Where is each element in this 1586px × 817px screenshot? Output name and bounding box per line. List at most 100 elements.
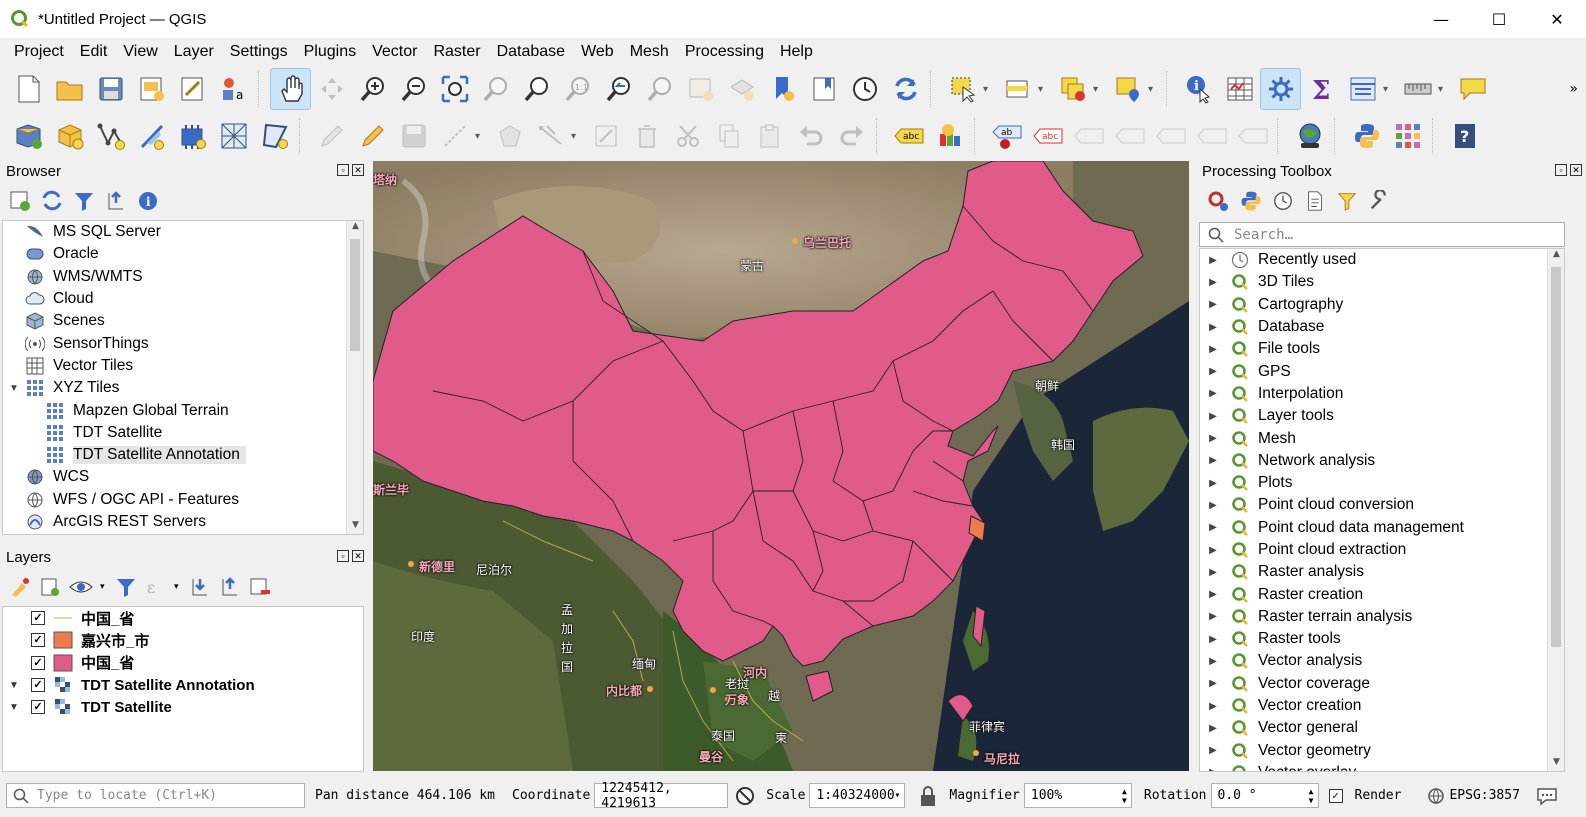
toolbox-provider-item[interactable]: ▶ Raster creation bbox=[1200, 583, 1564, 605]
zoom-to-layer-icon[interactable] bbox=[516, 68, 557, 110]
toolbox-provider-item[interactable]: ▶ Plots bbox=[1200, 472, 1564, 494]
layer-styling-icon[interactable] bbox=[8, 575, 32, 599]
expand-arrow-icon[interactable]: ▼ bbox=[3, 702, 25, 713]
float-panel-icon[interactable]: ▫ bbox=[337, 550, 349, 562]
new-temporary-layer-icon[interactable] bbox=[131, 115, 172, 157]
select-features-icon[interactable] bbox=[942, 68, 983, 110]
zoom-to-selection-icon[interactable] bbox=[475, 68, 516, 110]
options-icon[interactable] bbox=[1368, 190, 1390, 212]
expand-arrow-icon[interactable]: ▶ bbox=[1206, 433, 1220, 444]
expand-arrow-icon[interactable]: ▶ bbox=[1206, 455, 1220, 466]
new-gps-layer-icon[interactable] bbox=[254, 115, 295, 157]
browser-item[interactable]: WFS / OGC API - Features bbox=[3, 489, 363, 511]
float-panel-icon[interactable]: ▫ bbox=[1555, 164, 1567, 176]
refresh-browser-icon[interactable] bbox=[40, 189, 64, 213]
expand-arrow-icon[interactable]: ▶ bbox=[1206, 344, 1220, 355]
magnifier-input[interactable]: 100% ▲ ▼ bbox=[1023, 783, 1132, 808]
data-source-manager-icon[interactable] bbox=[8, 115, 49, 157]
expand-arrow-icon[interactable]: ▶ bbox=[1206, 277, 1220, 288]
save-edits-icon[interactable] bbox=[393, 115, 434, 157]
expand-arrow-icon[interactable]: ▶ bbox=[1206, 411, 1220, 422]
expand-arrow-icon[interactable]: ▶ bbox=[1206, 522, 1220, 533]
map-canvas[interactable]: 塔纳 乌兰巴托 蒙古 朝鲜 韩国 斯兰毕 新德里 尼泊尔 孟加拉国 印度 缅甸 … bbox=[373, 161, 1189, 771]
digitize-polygon-icon[interactable] bbox=[489, 115, 530, 157]
delete-selected-icon[interactable] bbox=[626, 115, 667, 157]
manage-visibility-icon[interactable] bbox=[68, 575, 94, 599]
close-button[interactable]: ✕ bbox=[1528, 0, 1586, 38]
browser-scrollbar[interactable]: ▲ ▼ bbox=[346, 221, 363, 534]
expand-arrow-icon[interactable]: ▶ bbox=[1206, 611, 1220, 622]
layout-manager-icon[interactable] bbox=[172, 68, 213, 110]
move-diagram-icon[interactable] bbox=[1150, 115, 1191, 157]
layer-visibility-checkbox[interactable]: ✓ bbox=[31, 655, 45, 670]
locator-input[interactable]: Type to locate (Ctrl+K) bbox=[6, 783, 305, 808]
remove-layer-icon[interactable] bbox=[248, 575, 272, 599]
expand-arrow-icon[interactable]: ▶ bbox=[1206, 767, 1220, 771]
menu-layer[interactable]: Layer bbox=[166, 43, 222, 61]
browser-item[interactable]: Vector Tiles bbox=[3, 355, 363, 377]
add-group-icon[interactable] bbox=[38, 575, 62, 599]
open-project-icon[interactable] bbox=[49, 68, 90, 110]
measure-line-icon[interactable] bbox=[1397, 68, 1438, 110]
render-checkbox[interactable]: ✓ bbox=[1328, 788, 1343, 803]
filter-by-expression-icon[interactable]: ε bbox=[144, 575, 168, 599]
minimize-button[interactable]: — bbox=[1412, 0, 1470, 38]
refresh-icon[interactable] bbox=[885, 68, 926, 110]
plugin-globe-icon[interactable] bbox=[1289, 115, 1330, 157]
browser-item[interactable]: ArcGIS REST Servers bbox=[3, 511, 363, 533]
properties-icon[interactable]: i bbox=[136, 189, 160, 213]
new-shapefile-icon[interactable] bbox=[90, 115, 131, 157]
crs-button[interactable]: EPSG:3857 bbox=[1449, 788, 1519, 803]
style-manager-icon[interactable]: a bbox=[213, 68, 254, 110]
expand-arrow-icon[interactable]: ▶ bbox=[1206, 388, 1220, 399]
toolbox-provider-item[interactable]: ▶ Recently used bbox=[1200, 249, 1564, 271]
toolbox-provider-item[interactable]: ▶ Layer tools bbox=[1200, 405, 1564, 427]
browser-item[interactable]: TDT Satellite bbox=[3, 422, 363, 444]
new-map-view-icon[interactable] bbox=[680, 68, 721, 110]
expand-arrow-icon[interactable]: ▶ bbox=[1206, 255, 1220, 266]
layer-visibility-checkbox[interactable]: ✓ bbox=[31, 700, 45, 715]
rotation-spinner[interactable]: ▲ ▼ bbox=[1309, 787, 1314, 805]
python-console-icon[interactable] bbox=[1346, 115, 1387, 157]
add-layer-icon[interactable] bbox=[8, 189, 32, 213]
toolbox-provider-item[interactable]: ▶ Raster terrain analysis bbox=[1200, 606, 1564, 628]
redo-icon[interactable] bbox=[831, 115, 872, 157]
expand-arrow-icon[interactable]: ▶ bbox=[1206, 478, 1220, 489]
new-project-icon[interactable] bbox=[8, 68, 49, 110]
move-label-icon[interactable] bbox=[1068, 115, 1109, 157]
toolbox-provider-item[interactable]: ▶ Raster tools bbox=[1200, 628, 1564, 650]
modify-attributes-icon[interactable] bbox=[585, 115, 626, 157]
toolbox-provider-item[interactable]: ▶ Point cloud extraction bbox=[1200, 539, 1564, 561]
browser-item[interactable]: WMS/WMTS bbox=[3, 266, 363, 288]
models-icon[interactable] bbox=[1206, 189, 1230, 213]
plugin-grid-icon[interactable] bbox=[1387, 115, 1428, 157]
menu-edit[interactable]: Edit bbox=[72, 43, 116, 61]
crs-globe-icon[interactable] bbox=[1427, 787, 1445, 805]
browser-item[interactable]: Cloud bbox=[3, 288, 363, 310]
toolbar-overflow-icon[interactable]: » bbox=[1569, 81, 1578, 97]
expand-arrow-icon[interactable]: ▼ bbox=[3, 680, 25, 691]
menu-help[interactable]: Help bbox=[772, 43, 821, 61]
select-by-location-icon[interactable] bbox=[1107, 68, 1148, 110]
zoom-in-icon[interactable] bbox=[352, 68, 393, 110]
toolbox-provider-item[interactable]: ▶ Vector general bbox=[1200, 717, 1564, 739]
toolbox-provider-item[interactable]: ▶ 3D Tiles bbox=[1200, 271, 1564, 293]
toolbox-provider-item[interactable]: ▶ Vector geometry bbox=[1200, 740, 1564, 762]
zoom-native-icon[interactable]: 1:1 bbox=[557, 68, 598, 110]
expand-arrow-icon[interactable]: ▶ bbox=[1206, 678, 1220, 689]
toolbox-provider-item[interactable]: ▶ File tools bbox=[1200, 338, 1564, 360]
menu-processing[interactable]: Processing bbox=[677, 43, 772, 61]
coordinate-input[interactable]: 12245412, 4219613 bbox=[594, 781, 729, 811]
toolbox-search-input[interactable]: Search… bbox=[1199, 222, 1565, 247]
zoom-out-icon[interactable] bbox=[393, 68, 434, 110]
expand-arrow-icon[interactable]: ▶ bbox=[1206, 723, 1220, 734]
rotate-label-icon[interactable] bbox=[1191, 115, 1232, 157]
deselect-features-icon[interactable] bbox=[1052, 68, 1093, 110]
browser-item[interactable]: Mapzen Global Terrain bbox=[3, 399, 363, 421]
label-toolbar-icon[interactable]: abc bbox=[888, 115, 929, 157]
expand-arrow-icon[interactable]: ▶ bbox=[1206, 656, 1220, 667]
browser-item[interactable]: MS SQL Server bbox=[3, 221, 363, 243]
menu-project[interactable]: Project bbox=[6, 43, 72, 61]
expand-arrow-icon[interactable]: ▶ bbox=[1206, 567, 1220, 578]
menu-web[interactable]: Web bbox=[573, 43, 622, 61]
